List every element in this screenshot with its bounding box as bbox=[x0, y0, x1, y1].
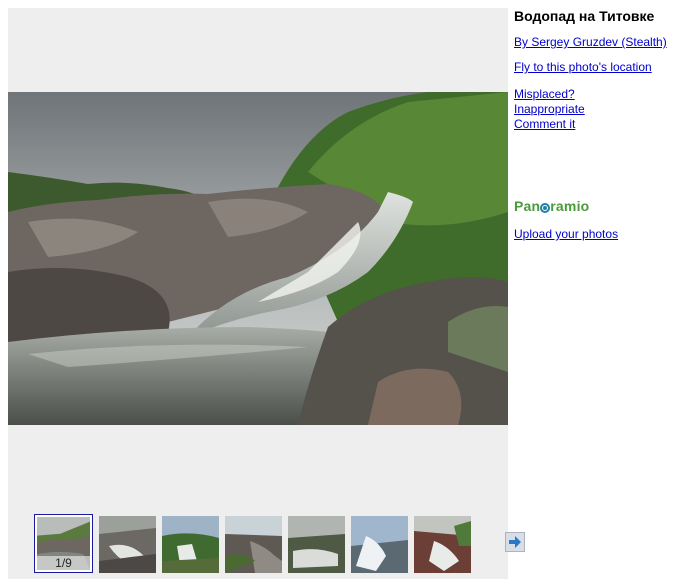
upload-photos-link[interactable]: Upload your photos bbox=[514, 227, 618, 241]
thumb-image-4 bbox=[225, 516, 282, 573]
author-link[interactable]: By Sergey Gruzdev (Stealth) bbox=[514, 35, 667, 49]
misplaced-link[interactable]: Misplaced? bbox=[514, 87, 575, 101]
thumb-image-7 bbox=[414, 516, 471, 573]
photo-viewer: 1/9 bbox=[8, 8, 525, 579]
fly-to-location-link[interactable]: Fly to this photo's location bbox=[514, 60, 652, 74]
comment-link[interactable]: Comment it bbox=[514, 117, 575, 131]
thumbnail-5[interactable] bbox=[288, 516, 345, 573]
thumbnail-1[interactable]: 1/9 bbox=[34, 514, 93, 573]
waterfall-photo bbox=[8, 92, 508, 425]
next-thumbnails-button[interactable] bbox=[505, 532, 525, 552]
thumb-image-6 bbox=[351, 516, 408, 573]
arrow-right-icon bbox=[509, 536, 521, 548]
logo-text-left: Pan bbox=[514, 198, 541, 214]
panoramio-logo[interactable]: Pan ramio bbox=[514, 198, 589, 214]
photo-counter: 1/9 bbox=[35, 556, 92, 570]
thumb-image-5 bbox=[288, 516, 345, 573]
inappropriate-link[interactable]: Inappropriate bbox=[514, 102, 585, 116]
thumbnail-4[interactable] bbox=[225, 516, 282, 573]
main-photo[interactable] bbox=[8, 92, 508, 425]
thumb-image-3 bbox=[162, 516, 219, 573]
thumbnail-3[interactable] bbox=[162, 516, 219, 573]
logo-ring-icon bbox=[540, 203, 551, 213]
logo-text-right: ramio bbox=[550, 198, 590, 214]
thumbnail-7[interactable] bbox=[414, 516, 471, 573]
photo-title: Водопад на Титовке bbox=[514, 8, 655, 24]
thumbnail-2[interactable] bbox=[99, 516, 156, 573]
thumb-image-2 bbox=[99, 516, 156, 573]
thumbnail-6[interactable] bbox=[351, 516, 408, 573]
